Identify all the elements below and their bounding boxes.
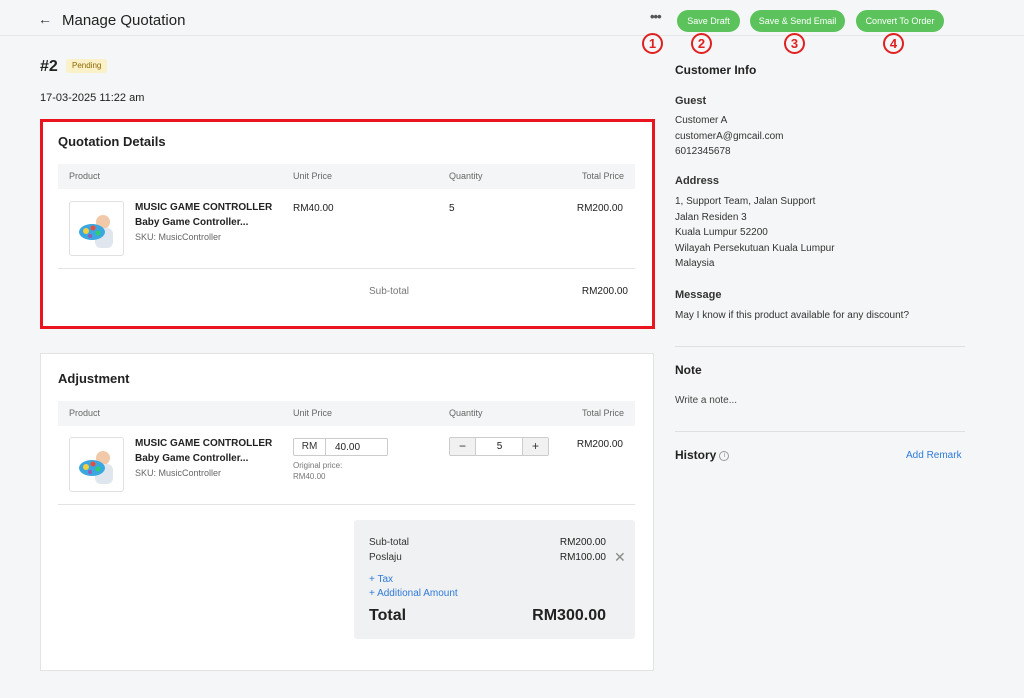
quotation-date: 17-03-2025 11:22 am bbox=[40, 92, 145, 104]
currency-prefix: RM bbox=[294, 439, 326, 455]
history-label: History bbox=[675, 448, 717, 462]
column-unit-price: Unit Price bbox=[293, 171, 333, 181]
address-line: 1, Support Team, Jalan Support bbox=[675, 196, 816, 207]
shipping-value: RM100.00 bbox=[559, 552, 606, 563]
product-image-icon bbox=[79, 451, 113, 484]
details-divider bbox=[58, 268, 635, 269]
note-input[interactable]: Write a note... bbox=[675, 393, 737, 409]
status-badge: Pending bbox=[66, 59, 108, 73]
customer-type: Guest bbox=[675, 95, 707, 107]
original-price-label: Original price: bbox=[293, 461, 343, 470]
product-image-icon bbox=[79, 215, 113, 248]
quotation-details-title: Quotation Details bbox=[58, 134, 166, 149]
page-title: Manage Quotation bbox=[62, 12, 186, 29]
save-draft-button[interactable]: Save Draft bbox=[677, 10, 740, 32]
shipping-label: Poslaju bbox=[369, 552, 402, 563]
decrease-quantity-button[interactable]: − bbox=[450, 438, 476, 455]
back-arrow-icon[interactable]: ← bbox=[38, 11, 52, 27]
column-quantity: Quantity bbox=[449, 171, 483, 181]
column-total-price: Total Price bbox=[581, 408, 624, 418]
add-tax-link[interactable]: + Tax bbox=[369, 574, 393, 585]
remove-shipping-close-icon[interactable]: ✕ bbox=[614, 550, 626, 564]
quotation-number: #2 bbox=[40, 58, 58, 75]
original-price-value: RM40.00 bbox=[293, 472, 326, 481]
side-divider bbox=[675, 431, 965, 432]
summary-subtotal-label: Sub-total bbox=[369, 537, 410, 548]
side-divider bbox=[675, 346, 965, 347]
unit-price-input[interactable] bbox=[327, 439, 387, 455]
column-quantity: Quantity bbox=[449, 408, 483, 418]
add-additional-amount-link[interactable]: + Additional Amount bbox=[369, 588, 458, 599]
customer-name: Customer A bbox=[675, 115, 728, 126]
unit-price-field: RM bbox=[293, 438, 388, 456]
annotation-marker-1: 1 bbox=[642, 33, 663, 54]
product-variant: Baby Game Controller... bbox=[135, 217, 249, 228]
customer-message: May I know if this product available for… bbox=[675, 310, 910, 321]
total-value: RM300.00 bbox=[532, 607, 606, 624]
add-remark-link[interactable]: Add Remark bbox=[906, 450, 962, 461]
customer-phone: 6012345678 bbox=[675, 146, 731, 158]
annotation-marker-4: 4 bbox=[883, 33, 904, 54]
quotation-details-card bbox=[40, 119, 655, 329]
note-heading: Note bbox=[675, 363, 702, 377]
column-product: Product bbox=[69, 408, 101, 418]
address-block: 1, Support Team, Jalan Support Jalan Res… bbox=[675, 194, 835, 272]
address-line: Wilayah Persekutuan Kuala Lumpur bbox=[675, 242, 835, 254]
adjustment-table-header: Product Unit Price Quantity Total Price bbox=[58, 401, 635, 426]
adjusted-total-value: RM200.00 bbox=[576, 439, 623, 450]
product-sku: SKU: MusicController bbox=[135, 232, 222, 242]
info-icon[interactable]: i bbox=[719, 450, 730, 461]
quantity-value: 5 bbox=[449, 203, 455, 214]
message-heading: Message bbox=[675, 289, 722, 301]
product-thumbnail bbox=[69, 201, 124, 256]
total-price-value: RM200.00 bbox=[576, 203, 623, 214]
history-heading: History i bbox=[675, 448, 730, 462]
more-options-icon[interactable]: ••• bbox=[650, 10, 662, 23]
details-table-header: Product Unit Price Quantity Total Price bbox=[58, 164, 635, 189]
original-price: Original price: RM40.00 bbox=[293, 460, 373, 482]
annotation-marker-2: 2 bbox=[691, 33, 712, 54]
column-total-price: Total Price bbox=[581, 171, 624, 181]
annotation-marker-3: 3 bbox=[784, 33, 805, 54]
unit-price-value: RM40.00 bbox=[293, 203, 334, 214]
customer-info-heading: Customer Info bbox=[675, 63, 757, 77]
address-line: Kuala Lumpur 52200 bbox=[675, 227, 768, 239]
customer-email: customerA@gmcail.com bbox=[675, 130, 784, 142]
summary-subtotal-value: RM200.00 bbox=[559, 537, 606, 548]
adjustment-divider bbox=[58, 504, 635, 505]
top-bar: ← Manage Quotation ••• Save Draft Save &… bbox=[0, 0, 1024, 36]
customer-details: Customer A customerA@gmcail.com 60123456… bbox=[675, 113, 784, 160]
address-line: Malaysia bbox=[675, 258, 715, 270]
column-unit-price: Unit Price bbox=[293, 408, 333, 418]
address-heading: Address bbox=[675, 175, 720, 187]
convert-to-order-button[interactable]: Convert To Order bbox=[856, 10, 944, 32]
product-variant: Baby Game Controller... bbox=[135, 453, 249, 464]
subtotal-label: Sub-total bbox=[369, 286, 410, 297]
product-sku: SKU: MusicController bbox=[135, 468, 222, 478]
adjustment-title: Adjustment bbox=[58, 371, 130, 386]
total-label: Total bbox=[369, 607, 407, 624]
product-thumbnail bbox=[69, 437, 124, 492]
address-line: Jalan Residen 3 bbox=[675, 211, 747, 223]
subtotal-value: RM200.00 bbox=[581, 286, 628, 297]
save-send-email-button[interactable]: Save & Send Email bbox=[750, 10, 845, 32]
column-product: Product bbox=[69, 171, 101, 181]
product-name: MUSIC GAME CONTROLLER bbox=[135, 202, 273, 213]
product-name: MUSIC GAME CONTROLLER bbox=[135, 438, 273, 449]
